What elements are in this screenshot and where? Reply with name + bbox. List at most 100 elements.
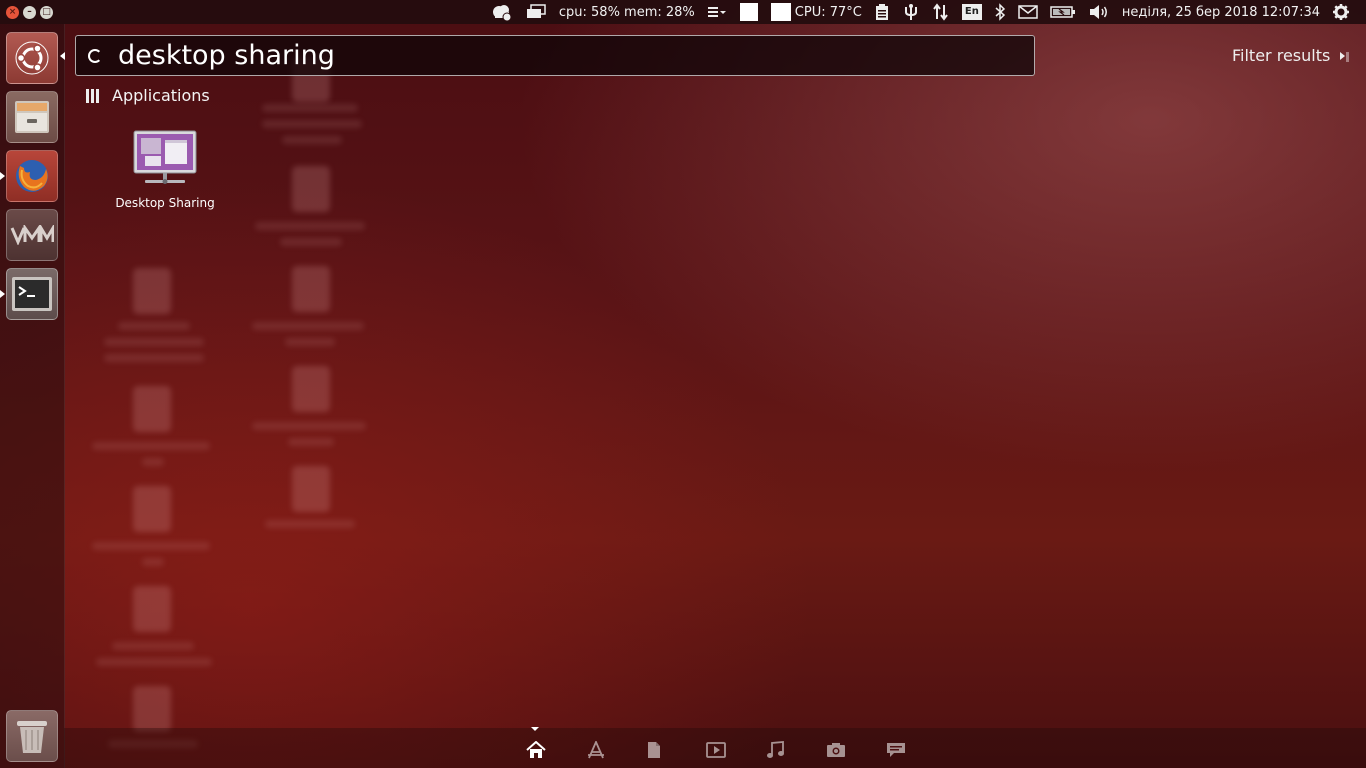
lens-applications[interactable] <box>586 740 646 760</box>
window-controls: × – □ <box>0 5 66 19</box>
bluetooth-icon <box>995 3 1005 21</box>
blurred-desktop-file <box>292 366 330 412</box>
top-panel: × – □ cpu: 58% mem: 28% CPU: 77°C En нед… <box>0 0 1366 24</box>
blurred-desktop-file <box>133 268 171 314</box>
minimize-button[interactable]: – <box>23 5 36 19</box>
category-header-applications[interactable]: Applications <box>86 86 210 105</box>
usb-indicator[interactable] <box>896 0 926 24</box>
blurred-desktop-label <box>282 136 342 144</box>
maximize-button[interactable]: □ <box>40 5 53 19</box>
camera-icon <box>827 743 845 757</box>
blurred-desktop-label <box>262 120 362 128</box>
blurred-desktop-label <box>142 458 164 466</box>
cloud-indicator[interactable] <box>485 0 519 24</box>
network-arrows-icon <box>933 3 948 21</box>
lens-music[interactable] <box>766 740 826 760</box>
battery-icon <box>1050 6 1075 18</box>
sound-indicator[interactable] <box>1082 0 1116 24</box>
firefox-running-pip <box>0 172 5 180</box>
messages-indicator[interactable] <box>1012 0 1044 24</box>
dash-scrollbar[interactable] <box>1346 52 1349 62</box>
lens-photos[interactable] <box>826 740 886 760</box>
launcher-item-trash[interactable] <box>6 710 58 762</box>
indicator-area: cpu: 58% mem: 28% CPU: 77°C En неділя, 2… <box>485 0 1366 24</box>
file-icon <box>648 742 660 758</box>
filter-results-label: Filter results <box>1232 46 1331 65</box>
home-icon <box>526 741 546 758</box>
clock-indicator[interactable]: неділя, 25 бер 2018 12:07:34 <box>1116 0 1326 24</box>
terminal-icon <box>12 277 52 311</box>
blurred-desktop-label <box>112 642 194 650</box>
blurred-desktop-label <box>142 558 164 566</box>
blurred-desktop-file <box>133 586 171 632</box>
vmware-icon <box>10 225 54 245</box>
blurred-desktop-label <box>92 542 210 550</box>
sysmon-indicator[interactable]: cpu: 58% mem: 28% <box>553 0 701 24</box>
menu-indicator[interactable] <box>701 0 733 24</box>
keyboard-layout-text: En <box>961 4 982 20</box>
category-title: Applications <box>112 86 210 105</box>
cloud-icon <box>492 5 512 21</box>
filter-results-button[interactable]: Filter results <box>1232 46 1346 65</box>
trident-icon <box>904 4 917 20</box>
lens-icons <box>526 740 946 760</box>
blurred-desktop-file <box>292 466 330 512</box>
blank-indicator-1[interactable] <box>733 0 765 24</box>
blurred-desktop-label <box>285 338 335 346</box>
close-button[interactable]: × <box>6 5 19 19</box>
active-lens-indicator <box>531 727 539 731</box>
chat-icon <box>887 743 905 757</box>
blurred-desktop-file <box>133 486 171 532</box>
blurred-desktop-label <box>288 438 334 446</box>
app-result-label: Desktop Sharing <box>115 196 215 210</box>
speaker-icon <box>1089 5 1107 19</box>
display-indicator[interactable] <box>519 0 553 24</box>
bluetooth-indicator[interactable] <box>988 0 1012 24</box>
desktop-sharing-icon <box>133 130 197 184</box>
blurred-desktop-file <box>292 166 330 212</box>
clipboard-indicator[interactable] <box>868 0 896 24</box>
blurred-desktop-label <box>252 322 364 330</box>
launcher-item-dash[interactable] <box>6 32 58 84</box>
launcher-item-terminal[interactable] <box>6 268 58 320</box>
cpu-temp-text: CPU: 77°C <box>794 4 862 20</box>
launcher-item-files[interactable] <box>6 91 58 143</box>
lens-video[interactable] <box>706 740 766 760</box>
terminal-running-pip <box>0 290 5 298</box>
applications-icon <box>588 741 604 759</box>
dash-open-indicator <box>60 52 65 60</box>
trash-icon <box>17 721 47 753</box>
blurred-desktop-label <box>280 238 342 246</box>
ubuntu-logo-icon <box>15 41 49 75</box>
dash-search-input[interactable] <box>118 40 998 71</box>
cpu-temp-indicator[interactable]: CPU: 77°C <box>765 0 868 24</box>
blurred-desktop-label <box>104 354 204 362</box>
launcher-item-vmware[interactable] <box>6 209 58 261</box>
blurred-desktop-label <box>118 322 190 330</box>
blurred-desktop-file <box>292 266 330 312</box>
blurred-desktop-label <box>255 222 365 230</box>
white-square-icon <box>770 3 791 21</box>
blurred-desktop-file <box>133 686 171 732</box>
lens-home[interactable] <box>526 740 586 760</box>
battery-indicator[interactable] <box>1044 0 1082 24</box>
app-result-desktop-sharing[interactable]: Desktop Sharing <box>108 130 222 234</box>
network-indicator[interactable] <box>926 0 956 24</box>
lens-bar <box>64 727 1366 768</box>
blurred-desktop-label <box>262 104 358 112</box>
lens-social[interactable] <box>886 740 946 760</box>
launcher <box>0 24 65 768</box>
keyboard-layout-indicator[interactable]: En <box>956 0 988 24</box>
monitor-stack-icon <box>526 4 546 18</box>
triangle-right-icon <box>1340 51 1346 60</box>
lens-files[interactable] <box>646 740 706 760</box>
dash-search-box[interactable] <box>75 35 1035 76</box>
white-square-icon <box>739 3 758 21</box>
video-icon <box>706 742 726 758</box>
launcher-item-firefox[interactable] <box>6 150 58 202</box>
firefox-icon <box>16 160 48 192</box>
session-indicator[interactable] <box>1326 0 1356 24</box>
blurred-desktop-label <box>92 442 210 450</box>
blurred-desktop-label <box>104 338 204 346</box>
blurred-desktop-label <box>96 658 212 666</box>
